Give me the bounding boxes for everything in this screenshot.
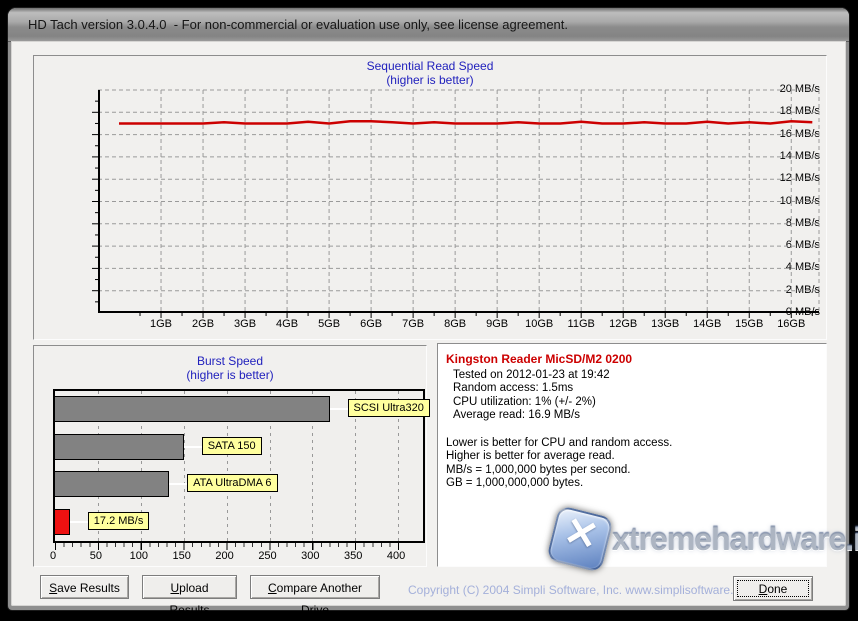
note-mbs-definition: MB/s = 1,000,000 bytes per second. xyxy=(446,464,818,478)
x-tick-label: 6GB xyxy=(349,318,393,330)
seq-chart-title: Sequential Read Speed xyxy=(34,59,826,73)
burst-axis-major-ticks xyxy=(55,543,401,550)
compare-label: ompare Another Drive xyxy=(277,581,362,617)
seq-chart-canvas xyxy=(98,90,819,313)
burst-tick-label: 0 xyxy=(38,550,68,562)
burst-tick-label: 350 xyxy=(338,550,368,562)
save-results-button[interactable]: Save Results xyxy=(40,575,129,599)
burst-tick-label: 300 xyxy=(295,550,325,562)
label-connector xyxy=(330,408,348,410)
burst-tick-label: 250 xyxy=(253,550,283,562)
upload-accel: U xyxy=(170,581,179,595)
drive-name: Kingston Reader MicSD/M2 0200 xyxy=(446,353,818,367)
x-tick-label: 2GB xyxy=(181,318,225,330)
x-tick-label: 7GB xyxy=(391,318,435,330)
burst-speed-panel: Burst Speed (higher is better) SCSI Ultr… xyxy=(33,345,427,567)
focus-rectangle xyxy=(737,580,809,597)
seq-x-axis-labels: 1GB2GB3GB4GB5GB6GB7GB8GB9GB10GB11GB12GB1… xyxy=(34,318,826,332)
bar-label: ATA UltraDMA 6 xyxy=(187,474,277,492)
burst-tick-label: 50 xyxy=(81,550,111,562)
note-higher-better: Higher is better for average read. xyxy=(446,450,818,464)
stat-cpu-utilization: CPU utilization: 1% (+/- 2%) xyxy=(446,396,818,410)
x-tick-label: 16GB xyxy=(769,318,813,330)
label-connector xyxy=(70,521,88,523)
burst-chart-title: Burst Speed xyxy=(34,354,426,368)
burst-tick-label: 100 xyxy=(124,550,154,562)
x-tick-label: 14GB xyxy=(685,318,729,330)
x-tick-label: 9GB xyxy=(475,318,519,330)
label-connector xyxy=(169,483,187,485)
copyright-text: Copyright (C) 2004 Simpli Software, Inc.… xyxy=(408,583,756,597)
seq-read-line xyxy=(119,121,812,123)
burst-tick-label: 200 xyxy=(210,550,240,562)
label-connector xyxy=(184,446,202,448)
seq-plot-area xyxy=(98,90,819,313)
bar-label: SCSI Ultra320 xyxy=(348,399,430,417)
bar-scsi-ultra320 xyxy=(55,396,330,422)
x-tick-label: 4GB xyxy=(265,318,309,330)
sequential-read-panel: Sequential Read Speed (higher is better)… xyxy=(33,55,827,340)
app-window: HD Tach version 3.0.4.0 - For non-commer… xyxy=(8,8,849,610)
x-tick-label: 13GB xyxy=(643,318,687,330)
stat-average-read: Average read: 16.9 MB/s xyxy=(446,409,818,423)
x-tick-label: 10GB xyxy=(517,318,561,330)
stat-random-access: Random access: 1.5ms xyxy=(446,382,818,396)
bar-label: 17.2 MB/s xyxy=(88,512,150,530)
burst-chart-subtitle: (higher is better) xyxy=(34,368,426,382)
bar-ata-ultradma-6 xyxy=(55,471,169,497)
compare-accel: C xyxy=(268,581,277,595)
burst-plot-area: SCSI Ultra320SATA 150ATA UltraDMA 617.2 … xyxy=(53,389,425,543)
seq-chart-subtitle: (higher is better) xyxy=(34,73,826,87)
bar-label: SATA 150 xyxy=(202,437,262,455)
x-tick-label: 12GB xyxy=(601,318,645,330)
window-content: Sequential Read Speed (higher is better)… xyxy=(11,41,846,606)
stat-tested-on: Tested on 2012-01-23 at 19:42 xyxy=(446,369,818,383)
x-tick-label: 5GB xyxy=(307,318,351,330)
bar-sata-150 xyxy=(55,434,184,460)
bar-17-2-mb-s xyxy=(55,509,70,535)
burst-tick-label: 400 xyxy=(381,550,411,562)
x-tick-label: 11GB xyxy=(559,318,603,330)
note-gb-definition: GB = 1,000,000,000 bytes. xyxy=(446,477,818,491)
title-bar[interactable]: HD Tach version 3.0.4.0 - For non-commer… xyxy=(8,8,849,42)
compare-another-drive-button[interactable]: Compare Another Drive xyxy=(250,575,380,599)
x-tick-label: 1GB xyxy=(139,318,183,330)
results-info-panel: Kingston Reader MicSD/M2 0200 Tested on … xyxy=(437,343,827,567)
burst-tick-label: 150 xyxy=(167,550,197,562)
save-accel: S xyxy=(49,581,57,595)
note-lower-better: Lower is better for CPU and random acces… xyxy=(446,437,818,451)
screenshot-root: { "window_title": "HD Tach version 3.0.4… xyxy=(0,0,858,619)
upload-results-button[interactable]: Upload Results xyxy=(142,575,237,599)
x-tick-label: 15GB xyxy=(727,318,771,330)
save-label: ave Results xyxy=(57,581,120,595)
window-title: HD Tach version 3.0.4.0 - For non-commer… xyxy=(28,8,568,41)
done-button[interactable]: Done xyxy=(733,576,813,601)
x-tick-label: 3GB xyxy=(223,318,267,330)
x-tick-label: 8GB xyxy=(433,318,477,330)
